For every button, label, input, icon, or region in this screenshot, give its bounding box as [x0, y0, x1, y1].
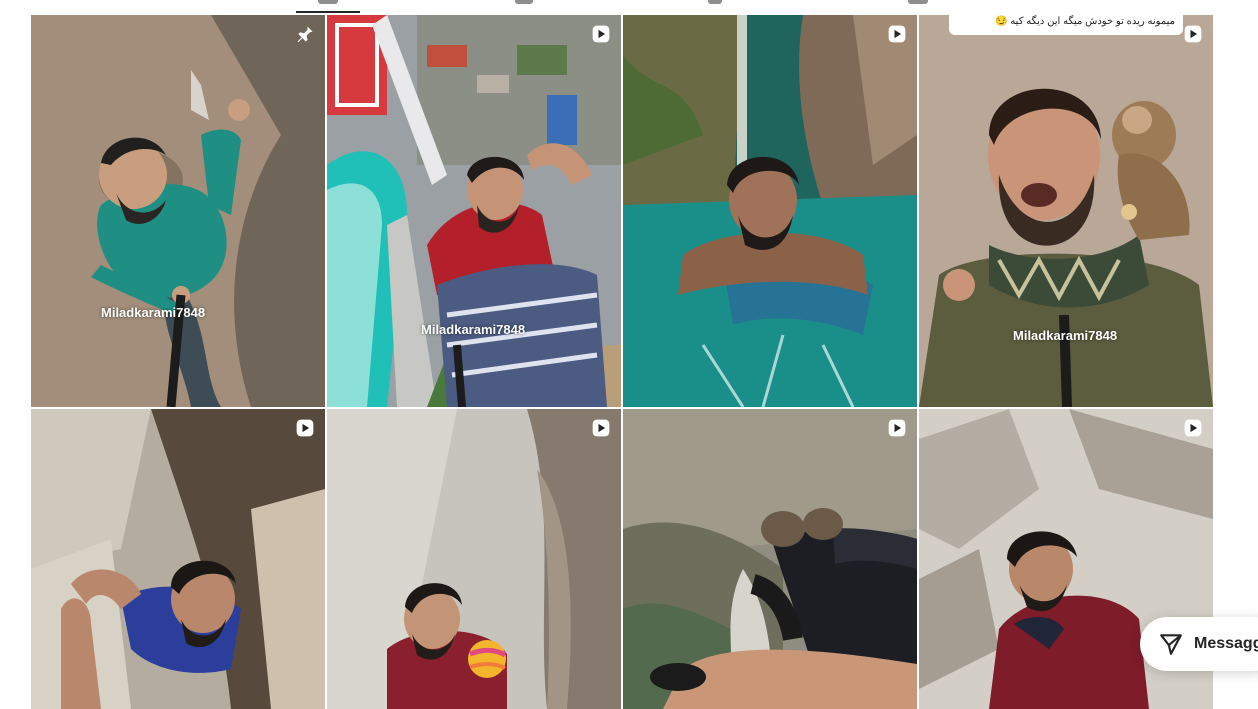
reel-thumbnail-image	[31, 409, 325, 709]
profile-tabs	[0, 0, 1258, 14]
reel-tile-1[interactable]: Miladkarami7848	[31, 15, 325, 407]
send-icon	[1160, 634, 1182, 655]
reel-icon	[296, 419, 314, 437]
reel-thumbnail-image	[623, 15, 917, 407]
reel-thumbnail-image	[327, 15, 621, 407]
reel-thumbnail-image	[919, 15, 1213, 407]
messages-button[interactable]: Messaggi	[1140, 617, 1258, 671]
watermark-text: Miladkarami7848	[1013, 328, 1118, 343]
reel-thumbnail-image	[31, 15, 325, 407]
reels-grid: Miladkarami7848 Miladkarami7848 میمونه ر…	[31, 15, 1214, 709]
saved-tab-icon[interactable]	[515, 0, 533, 4]
reel-icon	[1184, 419, 1202, 437]
reels-tab-icon[interactable]	[318, 0, 338, 4]
reel-tile-3[interactable]	[623, 15, 917, 407]
reel-icon	[888, 25, 906, 43]
pin-icon	[297, 26, 313, 43]
watermark-text: Miladkarami7848	[101, 305, 206, 320]
reel-icon	[592, 419, 610, 437]
messages-button-label: Messaggi	[1194, 635, 1258, 652]
reel-tile-2[interactable]: Miladkarami7848	[327, 15, 621, 407]
reel-tile-4[interactable]: میمونه ریده تو خودش میگه این دیگه کیه 😏 …	[919, 15, 1213, 407]
reel-icon	[592, 25, 610, 43]
reel-thumbnail-image	[327, 409, 621, 709]
reel-tile-7[interactable]	[623, 409, 917, 709]
reel-icon	[888, 419, 906, 437]
search-tab-icon[interactable]	[708, 0, 722, 4]
reel-tile-6[interactable]	[327, 409, 621, 709]
reel-thumbnail-image	[623, 409, 917, 709]
video-caption: میمونه ریده تو خودش میگه این دیگه کیه 😏	[949, 15, 1183, 35]
active-tab-indicator	[296, 11, 360, 13]
tagged-tab-icon[interactable]	[908, 0, 928, 4]
reel-icon	[1184, 25, 1202, 43]
watermark-text: Miladkarami7848	[421, 322, 526, 337]
reel-tile-5[interactable]	[31, 409, 325, 709]
